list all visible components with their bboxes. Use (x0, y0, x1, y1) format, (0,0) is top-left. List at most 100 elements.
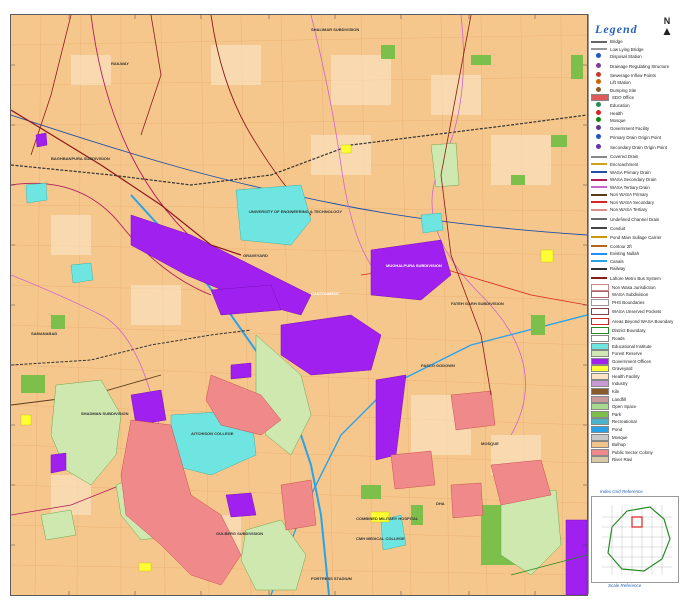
legend-swatch (591, 40, 607, 43)
legend-label: Disposal Station (610, 54, 642, 60)
legend-swatch (591, 155, 607, 158)
legend-item: Railway (591, 265, 679, 273)
legend-item: WASA Secondary Drain (591, 176, 679, 184)
label-dha: DHA (436, 501, 445, 506)
legend-label: Undefined Channel Drain (610, 216, 660, 222)
legend-item: Lahore Metro Bus System (591, 273, 679, 284)
legend-swatch (591, 252, 607, 255)
map-frame: UNIVERSITY OF ENGINEERING & TECHNOLOGY G… (0, 0, 680, 609)
label-pasco: PASCO GODOWN (421, 363, 455, 368)
legend-item: Non Wasa Jurisdiction (591, 283, 679, 291)
legend-item: Health (591, 109, 679, 117)
legend-label: Kiln (612, 389, 620, 395)
legend-item: Lift Station (591, 79, 679, 87)
label-cmh: COMBINED MILITARY HOSPITAL (356, 516, 419, 521)
north-arrow-icon: ▲ (661, 24, 673, 38)
legend-label: Mosque (612, 434, 628, 440)
legend-item: Areas Beyond WASA Boundary (591, 317, 679, 328)
legend-swatch (591, 193, 607, 196)
legend-item: Park (591, 410, 679, 419)
legend-item: Graveyard (591, 365, 679, 373)
legend-label: Bridge (610, 39, 623, 45)
legend-swatch (591, 144, 607, 150)
legend-item: Secondary Drain Origin Point (591, 143, 679, 154)
legend-swatch (591, 101, 607, 108)
legend-label: Industry (612, 381, 628, 387)
legend-label: Pond (612, 427, 623, 433)
legend-item: Government Offices (591, 357, 679, 365)
legend-swatch (591, 365, 609, 373)
legend-swatch (591, 53, 607, 59)
legend-label: WASA Primary Drain (610, 169, 651, 175)
legend-label: River Ravi (612, 457, 633, 463)
legend-swatch (591, 218, 607, 221)
legend-label: Roads (612, 335, 625, 341)
label-mughalpura: MUGHALPURA SUBDIVISION (386, 263, 442, 268)
legend-swatch (591, 267, 607, 270)
legend-swatch (591, 245, 607, 248)
legend-label: Public Sector Colony (612, 449, 653, 455)
legend-swatch (591, 418, 609, 426)
legend-item: Government Facility (591, 124, 679, 132)
legend-label: District Boundary (612, 328, 646, 334)
label-shalimar: SHALIMAR SUBDIVISION (311, 27, 359, 32)
legend-swatch (591, 109, 607, 116)
legend-label: Educational Institute (612, 343, 652, 349)
legend-label: Pond Main Sullage Carrier (610, 234, 662, 240)
legend-item: Encroachment (591, 161, 679, 169)
legend-item: Mosque (591, 433, 679, 441)
legend-swatch (591, 48, 607, 51)
legend-label: Contour 2ft (610, 243, 632, 249)
scale-reference: Scale Reference (608, 583, 642, 588)
legend-item: Conduit (591, 224, 679, 232)
legend-swatch (591, 171, 607, 174)
legend-swatch (591, 334, 609, 342)
legend-item: Sewerage Inflow Points (591, 71, 679, 79)
label-mosque: MOSQUE (481, 441, 499, 446)
legend-label: WASA Secondary Drain (610, 177, 657, 183)
label-graveyard: GRAVEYARD (243, 253, 268, 258)
legend-label: Railway (610, 266, 626, 272)
legend-label: Existing Nullah (610, 251, 640, 257)
legend-swatch (591, 79, 607, 85)
legend-swatch (591, 433, 609, 441)
legend-swatch (591, 342, 609, 350)
legend-swatch (591, 163, 607, 166)
label-samanabad: SAMANABAD (31, 331, 57, 336)
index-grid-title: Index Grid Reference (600, 489, 643, 494)
label-cantonment: CANTONMENT (311, 291, 340, 296)
map-area[interactable]: UNIVERSITY OF ENGINEERING & TECHNOLOGY G… (10, 14, 588, 596)
legend-item: Open Space (591, 403, 679, 411)
legend-label: Non WASA Primary (610, 192, 649, 198)
legend-label: Non WASA Tertiary (610, 207, 648, 213)
legend-label: Secondary Drain Origin Point (610, 145, 667, 151)
label-shadman: SHADMAN SUBDIVISION (81, 411, 129, 416)
legend-swatch (591, 236, 607, 239)
legend-item: Existing Nullah (591, 250, 679, 258)
legend-label: Graveyard (612, 366, 633, 372)
legend-label: WASA Subdivision (612, 292, 649, 298)
legend-label: Park (612, 411, 622, 417)
legend-label: Mosque (610, 118, 626, 124)
legend-swatch (591, 318, 609, 326)
legend-swatch (591, 124, 607, 131)
legend-item: Mosque (591, 117, 679, 125)
legend-swatch (591, 426, 609, 434)
legend-item: Landfill (591, 395, 679, 403)
index-grid-map[interactable] (591, 496, 679, 583)
legend-label: Education (610, 102, 630, 108)
legend-item: Primary Drain Origin Point (591, 132, 679, 143)
label-cmh-college: CMH MEDICAL COLLEGE (356, 536, 405, 541)
legend-label: Lahore Metro Bus System (610, 275, 661, 281)
legend-swatch (591, 327, 609, 335)
legend-label: Canals (610, 258, 624, 264)
label-uet: UNIVERSITY OF ENGINEERING & TECHNOLOGY (249, 209, 342, 214)
legend-swatch (591, 291, 609, 299)
legend-swatch (591, 62, 607, 69)
legend-title: Legend (595, 22, 638, 36)
legend-item: WASA Subdivision (591, 291, 679, 299)
legend-item: Contour 2ft (591, 242, 679, 250)
legend-item: Bridge (591, 38, 679, 46)
label-fortress: FORTRESS STADIUM (311, 576, 352, 581)
legend-list: Bridge Low Lying Bridge Disposal Station Dr… (591, 38, 679, 464)
